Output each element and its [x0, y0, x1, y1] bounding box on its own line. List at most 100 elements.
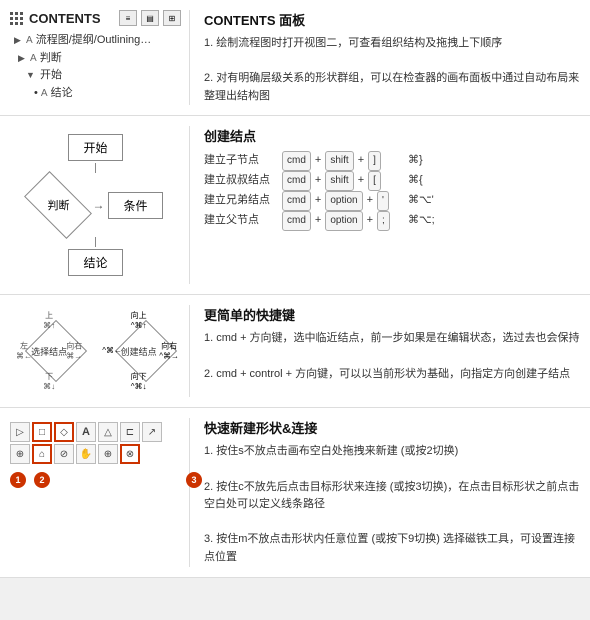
- dir-create-right: 向右^⌘→: [159, 342, 179, 361]
- badge-spacer: [58, 472, 178, 488]
- tb-home-icon[interactable]: ⌂: [32, 444, 52, 464]
- fc-diamond-wrap: 判断: [28, 175, 88, 235]
- sc-keys-uncle: cmd+ shift+ [: [282, 171, 402, 191]
- sc-key-option: option: [325, 191, 362, 211]
- sc-key-cmd2: cmd: [282, 171, 311, 191]
- sc-key-lbracket: [: [368, 171, 381, 191]
- diamond-create: 创建结点 向上^⌘↑ 向下^⌘↓ ^⌘← 向右^⌘→: [102, 311, 175, 391]
- dir-create-left: ^⌘←: [102, 347, 122, 357]
- fc-vline-1: [95, 163, 96, 173]
- flowchart-diagram: 开始 判断 → 条件 结论: [10, 126, 181, 284]
- sc-keys-child: cmd+ shift+ ]: [282, 151, 402, 171]
- fc-start: 开始: [68, 134, 122, 161]
- contents-desc-title: CONTENTS 面板: [204, 10, 580, 29]
- sc-key-rbracket: ]: [368, 151, 381, 171]
- sc-key-cmd4: cmd: [282, 211, 311, 231]
- shortcuts-right: 创建结点 建立子节点 cmd+ shift+ ] ⌘} 建立叔叔结点 cmd+ …: [200, 126, 580, 284]
- fc-conclusion: 结论: [68, 249, 122, 276]
- dir-select-right: 向右⌘→: [66, 342, 82, 361]
- quick-shapes-right: 快速新建形状&连接 1. 按住s不放点击画布空白处拖拽来新建 (或按2切换) 2…: [200, 418, 580, 566]
- grid-icon: [10, 12, 23, 25]
- flowchart-left: 开始 判断 → 条件 结论: [10, 126, 190, 284]
- sc-keys-sibling: cmd+ option+ ': [282, 191, 402, 211]
- shortcuts-table: 建立子节点 cmd+ shift+ ] ⌘} 建立叔叔结点 cmd+ shift…: [204, 151, 580, 231]
- sc-label-uncle: 建立叔叔结点: [204, 171, 276, 191]
- tree-item-conclusion[interactable]: • A 结论: [10, 85, 181, 103]
- tb-cursor-icon[interactable]: ▷: [10, 422, 30, 442]
- section-quick-shapes: ▷ □ ◇ A △ ⊏ ↗ ⊕ ⌂ ⊘ ✋: [0, 408, 590, 577]
- shapes-left: 选择结点 上⌘↑ 下⌘↓ 左⌘← 向右⌘→ 创建结点 向上^⌘↑ 向下^⌘↓ ^…: [10, 305, 190, 397]
- sc-row-uncle: 建立叔叔结点 cmd+ shift+ [ ⌘{: [204, 171, 580, 191]
- tree-item-judgment[interactable]: ▶ A 判断: [10, 50, 181, 68]
- tb-bracket-icon[interactable]: ⊏: [120, 422, 140, 442]
- sc-label-parent: 建立父节点: [204, 211, 276, 231]
- badge-1: 1: [10, 472, 26, 488]
- tb-magnet-icon[interactable]: ⊗: [120, 444, 140, 464]
- toolbar-left: ▷ □ ◇ A △ ⊏ ↗ ⊕ ⌂ ⊘ ✋: [10, 418, 190, 566]
- tb-zoom-icon[interactable]: ⊕: [98, 444, 118, 464]
- section-contents: CONTENTS ≡ ▤ ⊞ ▶ A 流程图/提纲/Outlining… ▶ A…: [0, 0, 590, 116]
- sc-row-child: 建立子节点 cmd+ shift+ ] ⌘}: [204, 151, 580, 171]
- toolbar-area: ▷ □ ◇ A △ ⊏ ↗ ⊕ ⌂ ⊘ ✋: [10, 418, 181, 492]
- shortcuts-title: 创建结点: [204, 126, 580, 145]
- sc-key-option2: option: [325, 211, 362, 231]
- outline-view-btn[interactable]: ▤: [141, 10, 159, 26]
- quick-shortcuts-text: 1. cmd + 方向键，选中临近结点，前一步如果是在编辑状态，选过去也会保持 …: [204, 330, 580, 383]
- sc-label-sibling: 建立兄弟结点: [204, 191, 276, 211]
- tb-circle-x-icon[interactable]: ⊘: [54, 444, 74, 464]
- contents-toolbar: ≡ ▤ ⊞: [119, 10, 181, 26]
- fc-arrow-right: →: [92, 198, 104, 212]
- sc-key-shift2: shift: [325, 171, 353, 191]
- diamond-select-label: 选择结点: [31, 345, 67, 358]
- dir-select-top: 上⌘↑: [43, 311, 55, 330]
- fc-judgment-row: 判断 → 条件: [28, 175, 162, 235]
- toolbar-icons-row: ▷ □ ◇ A △ ⊏ ↗ ⊕ ⌂ ⊘ ✋: [10, 422, 181, 464]
- tb-circle-plus-icon[interactable]: ⊕: [10, 444, 30, 464]
- sc-label-child: 建立子节点: [204, 151, 276, 171]
- dir-select-bottom: 下⌘↓: [43, 372, 55, 391]
- sc-key-cmd3: cmd: [282, 191, 311, 211]
- quick-shortcuts-title: 更简单的快捷键: [204, 305, 580, 324]
- sc-row-parent: 建立父节点 cmd+ option+ ; ⌘⌥;: [204, 211, 580, 231]
- contents-desc-text: 1. 绘制流程图时打开视图二，可查看组织结构及拖拽上下顺序 2. 对有明确层级关…: [204, 35, 580, 105]
- dir-create-top: 向上^⌘↑: [131, 311, 147, 330]
- tb-diamond-icon[interactable]: ◇: [54, 422, 74, 442]
- diamond-select: 选择结点 上⌘↑ 下⌘↓ 左⌘← 向右⌘→: [16, 311, 82, 391]
- tb-text-icon[interactable]: A: [76, 422, 96, 442]
- fc-diamond-label: 判断: [47, 197, 69, 213]
- tree-item-flowchart[interactable]: ▶ A 流程图/提纲/Outlining…: [10, 32, 181, 50]
- quick-shapes-text: 1. 按住s不放点击画布空白处拖拽来新建 (或按2切换) 2. 按住c不放先后点…: [204, 443, 580, 566]
- contents-header: CONTENTS ≡ ▤ ⊞: [10, 10, 181, 26]
- tb-triangle-icon[interactable]: △: [98, 422, 118, 442]
- tree-item-start[interactable]: ▼ 开始: [10, 67, 181, 85]
- tb-hand-icon[interactable]: ✋: [76, 444, 96, 464]
- sc-equiv-uncle: ⌘{: [408, 171, 423, 191]
- dir-select-left: 左⌘←: [16, 342, 32, 361]
- dir-create-bottom: 向下^⌘↓: [131, 372, 147, 391]
- sc-key-shift: shift: [325, 151, 353, 171]
- sc-keys-parent: cmd+ option+ ;: [282, 211, 402, 231]
- fc-condition: 条件: [108, 192, 162, 219]
- badge-row: 1 2 3: [10, 472, 202, 488]
- sc-key-semi: ;: [377, 211, 390, 231]
- contents-panel-left: CONTENTS ≡ ▤ ⊞ ▶ A 流程图/提纲/Outlining… ▶ A…: [10, 10, 190, 105]
- section-quick-shortcuts: 选择结点 上⌘↑ 下⌘↓ 左⌘← 向右⌘→ 创建结点 向上^⌘↑ 向下^⌘↓ ^…: [0, 295, 590, 408]
- sc-equiv-sibling: ⌘⌥': [408, 191, 434, 211]
- tb-arrow-icon[interactable]: ↗: [142, 422, 162, 442]
- contents-title: CONTENTS: [29, 11, 119, 26]
- grid-view-btn[interactable]: ⊞: [163, 10, 181, 26]
- fc-vline-2: [95, 237, 96, 247]
- tb-rect-icon[interactable]: □: [32, 422, 52, 442]
- sc-equiv-child: ⌘}: [408, 151, 423, 171]
- sc-row-sibling: 建立兄弟结点 cmd+ option+ ' ⌘⌥': [204, 191, 580, 211]
- contents-panel-right: CONTENTS 面板 1. 绘制流程图时打开视图二，可查看组织结构及拖拽上下顺…: [200, 10, 580, 105]
- shapes-area: 选择结点 上⌘↑ 下⌘↓ 左⌘← 向右⌘→ 创建结点 向上^⌘↑ 向下^⌘↓ ^…: [10, 305, 181, 397]
- quick-shapes-title: 快速新建形状&连接: [204, 418, 580, 437]
- sc-equiv-parent: ⌘⌥;: [408, 211, 435, 231]
- sc-key-cmd: cmd: [282, 151, 311, 171]
- diamond-create-label: 创建结点: [121, 345, 157, 358]
- quick-shortcuts-right: 更简单的快捷键 1. cmd + 方向键，选中临近结点，前一步如果是在编辑状态，…: [200, 305, 580, 397]
- list-view-btn[interactable]: ≡: [119, 10, 137, 26]
- badge-2: 2: [34, 472, 50, 488]
- sc-key-quote: ': [377, 191, 389, 211]
